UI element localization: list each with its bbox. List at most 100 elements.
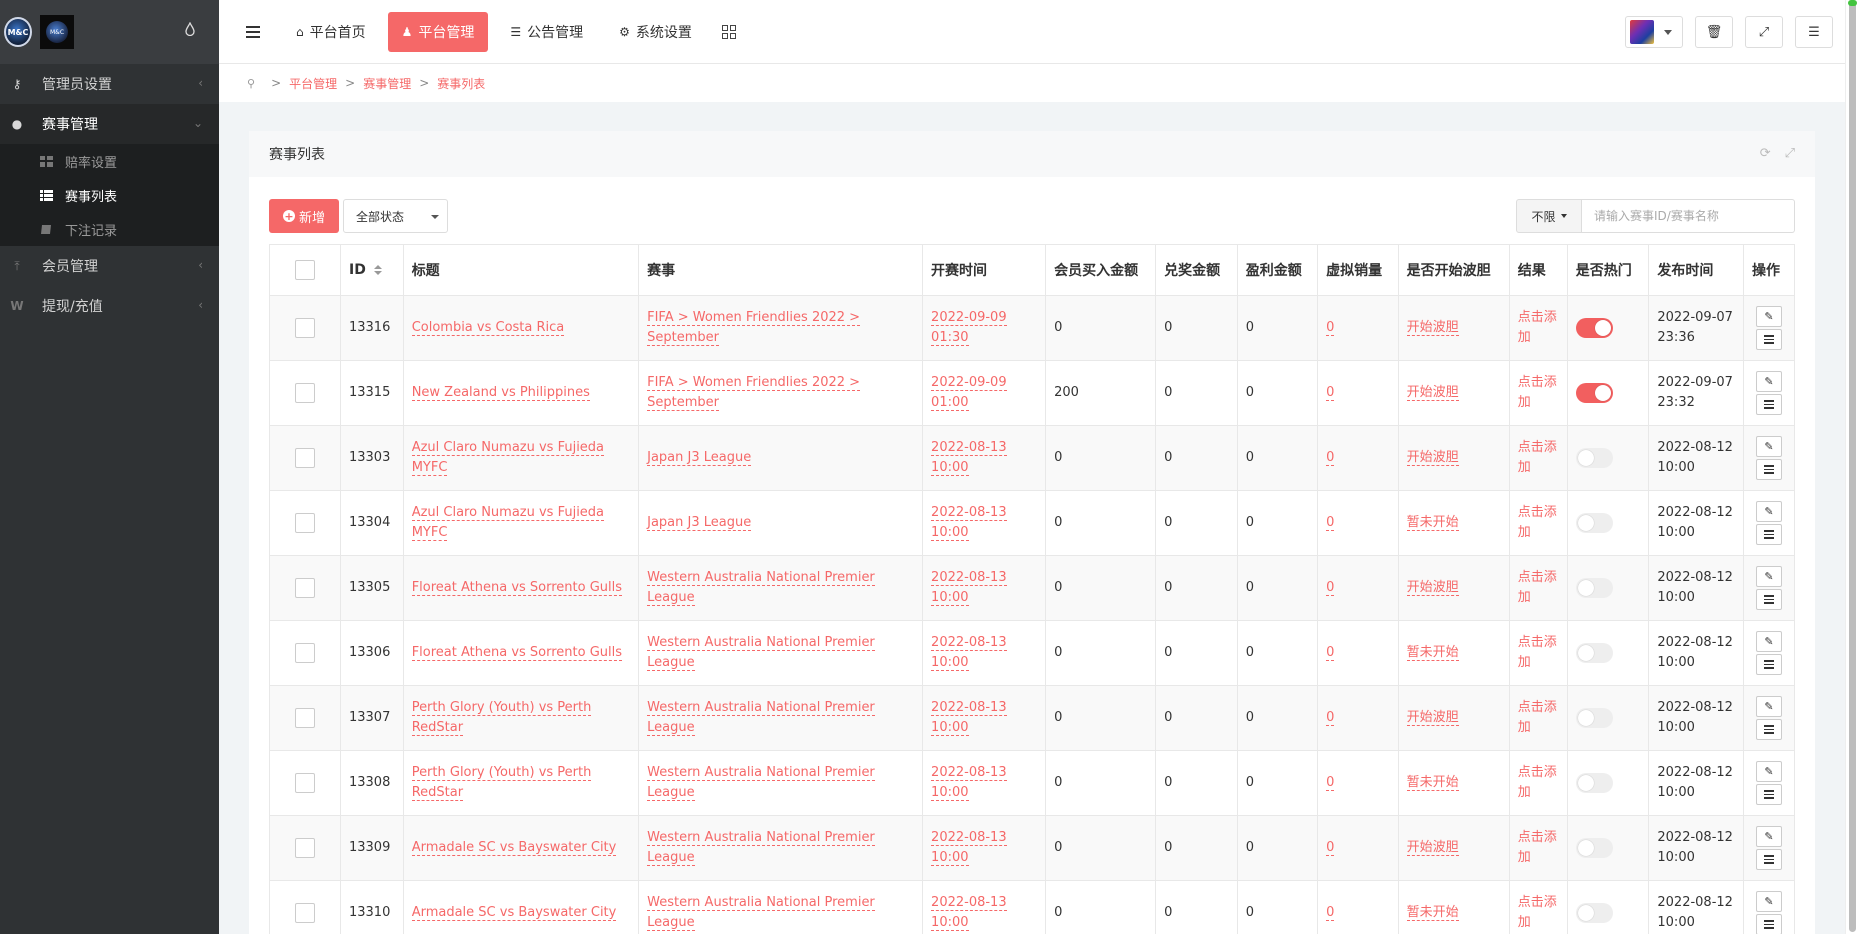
tab-notice[interactable]: ☰ 公告管理: [496, 12, 597, 52]
edit-button[interactable]: ✎: [1756, 501, 1783, 522]
hot-toggle[interactable]: [1575, 707, 1613, 728]
title-link[interactable]: New Zealand vs Philippines: [411, 385, 590, 401]
edit-button[interactable]: ✎: [1756, 371, 1783, 392]
hot-toggle[interactable]: [1575, 317, 1613, 338]
virtual-sales-link[interactable]: 0: [1326, 710, 1335, 726]
add-button[interactable]: + 新增: [269, 199, 339, 233]
clear-cache-button[interactable]: 🗑: [1695, 16, 1733, 48]
more-button[interactable]: [1756, 589, 1783, 610]
title-link[interactable]: Azul Claro Numazu vs Fujieda MYFC: [411, 505, 605, 541]
start-time-link[interactable]: 2022-08-13 10:00: [931, 635, 1007, 671]
title-link[interactable]: Colombia vs Costa Rica: [411, 320, 565, 336]
col-id[interactable]: ID: [339, 244, 404, 296]
event-link[interactable]: FIFA > Women Friendlies 2022 > September: [647, 375, 861, 411]
title-link[interactable]: Armadale SC vs Bayswater City: [411, 905, 617, 921]
event-link[interactable]: Western Australia National Premier Leagu…: [647, 765, 875, 801]
more-button[interactable]: [1756, 914, 1783, 934]
sort-icon[interactable]: [373, 265, 382, 275]
bodan-link[interactable]: 暂未开始: [1406, 515, 1459, 531]
event-link[interactable]: Western Australia National Premier Leagu…: [647, 895, 875, 931]
more-button[interactable]: [1756, 459, 1783, 480]
row-checkbox[interactable]: [294, 707, 315, 728]
scrollbar-thumb[interactable]: [1849, 2, 1856, 932]
right-sidebar-button[interactable]: ☰: [1795, 16, 1833, 48]
edit-button[interactable]: ✎: [1756, 306, 1783, 327]
event-link[interactable]: FIFA > Women Friendlies 2022 > September: [647, 310, 861, 346]
search-input[interactable]: [1582, 199, 1795, 233]
start-time-link[interactable]: 2022-08-13 10:00: [931, 505, 1007, 541]
sidebar-item-withdraw[interactable]: W 提现/充值 ‹: [0, 286, 219, 326]
limit-dropdown-button[interactable]: 不限: [1516, 199, 1582, 233]
edit-button[interactable]: ✎: [1756, 761, 1783, 782]
start-time-link[interactable]: 2022-08-13 10:00: [931, 895, 1007, 931]
theme-drop-icon[interactable]: [185, 22, 195, 36]
hot-toggle[interactable]: [1575, 772, 1613, 793]
title-link[interactable]: Armadale SC vs Bayswater City: [411, 840, 617, 856]
row-checkbox[interactable]: [294, 642, 315, 663]
result-add-link[interactable]: 点击添加: [1518, 700, 1557, 735]
tab-home[interactable]: ⌂ 平台首页: [282, 12, 380, 52]
bodan-link[interactable]: 暂未开始: [1406, 775, 1459, 791]
expand-icon[interactable]: ⤢: [1785, 146, 1795, 161]
edit-button[interactable]: ✎: [1756, 891, 1783, 912]
result-add-link[interactable]: 点击添加: [1518, 830, 1557, 865]
virtual-sales-link[interactable]: 0: [1326, 385, 1335, 401]
more-button[interactable]: [1756, 654, 1783, 675]
title-link[interactable]: Azul Claro Numazu vs Fujieda MYFC: [411, 440, 605, 476]
virtual-sales-link[interactable]: 0: [1326, 840, 1335, 856]
sidebar-item-events[interactable]: ● 赛事管理 ⌄: [0, 104, 219, 144]
bodan-link[interactable]: 开始波胆: [1406, 450, 1459, 466]
result-add-link[interactable]: 点击添加: [1518, 570, 1557, 605]
row-checkbox[interactable]: [294, 577, 315, 598]
hot-toggle[interactable]: [1575, 447, 1613, 468]
tab-settings[interactable]: ⚙ 系统设置: [605, 12, 706, 52]
row-checkbox[interactable]: [294, 382, 315, 403]
row-checkbox[interactable]: [294, 447, 315, 468]
virtual-sales-link[interactable]: 0: [1326, 775, 1335, 791]
sidebar-item-admin[interactable]: ⚷ 管理员设置 ‹: [0, 64, 219, 104]
row-checkbox[interactable]: [294, 837, 315, 858]
tab-platform[interactable]: ♟ 平台管理: [387, 11, 489, 52]
row-checkbox[interactable]: [294, 772, 315, 793]
result-add-link[interactable]: 点击添加: [1518, 895, 1557, 930]
start-time-link[interactable]: 2022-08-13 10:00: [931, 765, 1007, 801]
start-time-link[interactable]: 2022-08-13 10:00: [931, 700, 1007, 736]
more-button[interactable]: [1756, 524, 1783, 545]
start-time-link[interactable]: 2022-08-13 10:00: [931, 830, 1007, 866]
virtual-sales-link[interactable]: 0: [1326, 515, 1335, 531]
result-add-link[interactable]: 点击添加: [1518, 505, 1557, 540]
refresh-icon[interactable]: ⟳: [1760, 146, 1771, 161]
result-add-link[interactable]: 点击添加: [1518, 310, 1557, 345]
title-link[interactable]: Perth Glory (Youth) vs Perth RedStar: [411, 765, 592, 801]
more-button[interactable]: [1756, 394, 1783, 415]
event-link[interactable]: Japan J3 League: [647, 450, 752, 466]
status-filter-select[interactable]: 全部状态: [343, 199, 448, 233]
title-link[interactable]: Perth Glory (Youth) vs Perth RedStar: [411, 700, 592, 736]
sidebar-item-members[interactable]: ⤒ 会员管理 ‹: [0, 246, 219, 286]
sidebar-subitem-event-list[interactable]: 赛事列表: [0, 178, 219, 212]
hot-toggle[interactable]: [1575, 642, 1613, 663]
apps-grid-icon[interactable]: [721, 24, 736, 39]
event-link[interactable]: Western Australia National Premier Leagu…: [647, 635, 875, 671]
breadcrumb-item[interactable]: 平台管理: [289, 75, 337, 92]
hot-toggle[interactable]: [1575, 577, 1613, 598]
sidebar-subitem-odds[interactable]: 赔率设置: [0, 144, 219, 178]
result-add-link[interactable]: 点击添加: [1518, 765, 1557, 800]
more-button[interactable]: [1756, 719, 1783, 740]
more-button[interactable]: [1756, 329, 1783, 350]
edit-button[interactable]: ✎: [1756, 566, 1783, 587]
start-time-link[interactable]: 2022-08-13 10:00: [931, 440, 1007, 476]
bodan-link[interactable]: 开始波胆: [1406, 840, 1459, 856]
more-button[interactable]: [1756, 849, 1783, 870]
hot-toggle[interactable]: [1575, 902, 1613, 923]
menu-toggle-icon[interactable]: [246, 25, 260, 38]
result-add-link[interactable]: 点击添加: [1518, 635, 1557, 670]
virtual-sales-link[interactable]: 0: [1326, 580, 1335, 596]
bodan-link[interactable]: 开始波胆: [1406, 580, 1459, 596]
start-time-link[interactable]: 2022-09-09 01:30: [931, 310, 1007, 346]
select-all-checkbox[interactable]: [294, 260, 315, 280]
virtual-sales-link[interactable]: 0: [1326, 645, 1335, 661]
start-time-link[interactable]: 2022-09-09 01:00: [931, 375, 1007, 411]
hot-toggle[interactable]: [1575, 837, 1613, 858]
edit-button[interactable]: ✎: [1756, 696, 1783, 717]
